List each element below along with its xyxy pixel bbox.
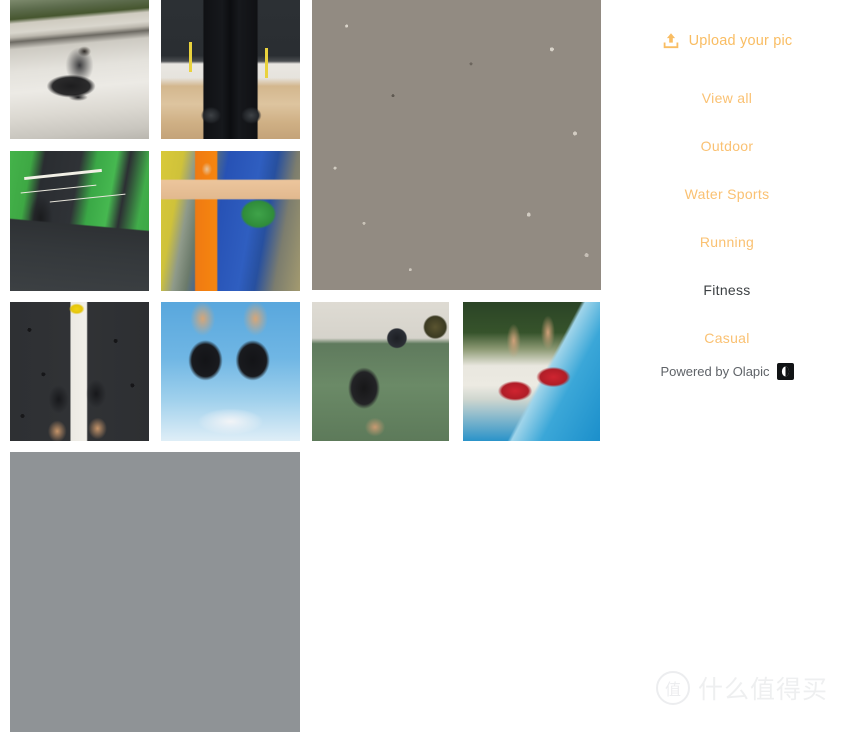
upload-icon	[662, 32, 680, 50]
gallery-photo-road[interactable]	[10, 302, 149, 441]
gallery-sidebar: Upload your pic View all Outdoor Water Spo…	[612, 0, 842, 718]
gallery-photo-pool[interactable]	[463, 302, 600, 441]
category-item-label: Fitness	[703, 282, 751, 298]
category-item-running[interactable]: Running	[612, 229, 842, 255]
gallery-photo-skate[interactable]	[10, 0, 149, 139]
photo-image	[161, 151, 300, 291]
upload-your-pic-label: Upload your pic	[688, 33, 793, 49]
category-item-outdoor[interactable]: Outdoor	[612, 133, 842, 159]
olapic-gallery-widget: Upload your pic View all Outdoor Water Spo…	[0, 0, 842, 732]
category-item-label: Outdoor	[700, 138, 754, 154]
category-item-casual[interactable]: Casual	[612, 325, 842, 351]
category-item-label: Water Sports	[684, 186, 770, 202]
olapic-logo-icon	[776, 363, 794, 380]
gallery-photo-leggings[interactable]	[161, 0, 300, 139]
category-item-water-sports[interactable]: Water Sports	[612, 181, 842, 207]
category-item-label: Running	[699, 234, 755, 250]
photo-image	[161, 0, 300, 139]
category-item-fitness[interactable]: Fitness	[612, 277, 842, 303]
photo-image	[10, 452, 300, 732]
category-menu: View all Outdoor Water Sports Running Fitnes…	[612, 85, 842, 373]
photo-image	[10, 0, 149, 139]
gallery-photo-pebbles[interactable]	[10, 452, 300, 732]
gallery-photo-weights[interactable]	[312, 302, 449, 441]
upload-your-pic-button[interactable]: Upload your pic	[612, 28, 842, 54]
gallery-photo-sky[interactable]	[161, 302, 300, 441]
photo-image	[161, 302, 300, 441]
photo-image	[10, 151, 149, 291]
category-item-view-all[interactable]: View all	[612, 85, 842, 111]
category-item-label: View all	[701, 90, 753, 106]
gallery-photo-dog[interactable]	[312, 0, 601, 290]
category-item-label: Casual	[704, 330, 750, 346]
photo-image	[463, 302, 600, 441]
powered-by-label: Powered by Olapic	[660, 364, 770, 379]
photo-grid	[0, 0, 612, 732]
gallery-photo-gym[interactable]	[10, 151, 149, 291]
gallery-photo-alien[interactable]	[161, 151, 300, 291]
powered-by-olapic[interactable]: Powered by Olapic	[612, 363, 842, 380]
photo-image	[312, 0, 601, 290]
photo-image	[10, 302, 149, 441]
photo-image	[312, 302, 449, 441]
